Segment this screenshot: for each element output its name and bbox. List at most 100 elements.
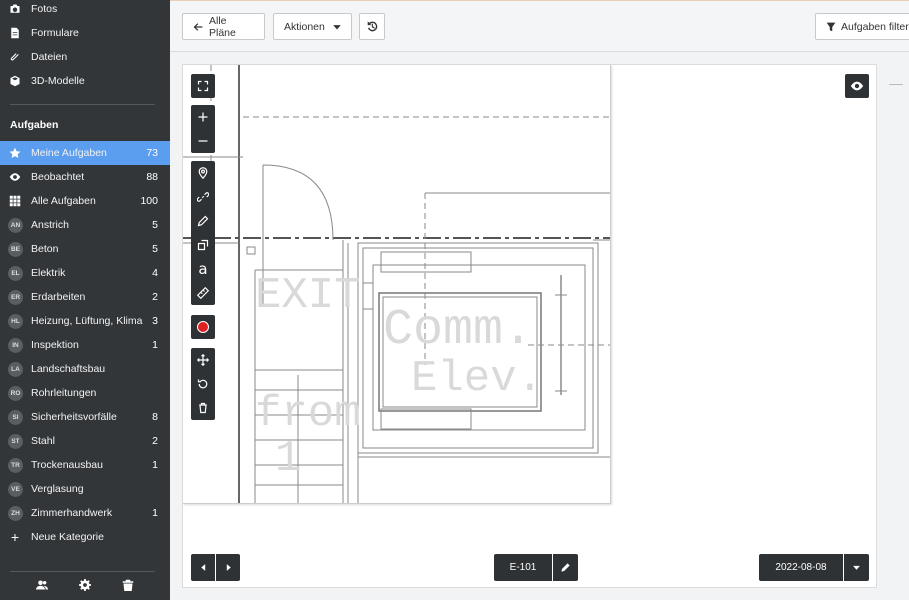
category-count: 5 (152, 219, 158, 231)
zoom-out-icon[interactable] (191, 129, 215, 153)
sidebar-item-label: Meine Aufgaben (31, 147, 107, 159)
filter-tasks-label: Aufgaben filter (841, 20, 909, 33)
category-label: Elektrik (31, 267, 66, 279)
caret-down-icon (332, 22, 342, 32)
topbar: Alle Pläne Aktionen Aufgaben filter (170, 0, 909, 52)
category-count: 5 (152, 243, 158, 255)
next-plan-button[interactable] (216, 554, 240, 581)
category-item[interactable]: AN Anstrich 5 (0, 213, 170, 237)
category-label: Trockenausbau (31, 459, 103, 471)
category-item[interactable]: ZH Zimmerhandwerk 1 (0, 501, 170, 525)
category-item[interactable]: VE Verglasung (0, 477, 170, 501)
sidebar-item-label: Alle Aufgaben (31, 195, 96, 207)
sidebar-item-beobachtet[interactable]: Beobachtet 88 (0, 165, 170, 189)
sidebar-item-alle-aufgaben[interactable]: Alle Aufgaben 100 (0, 189, 170, 213)
edit-sheet-button[interactable] (553, 554, 578, 581)
link-icon[interactable] (191, 185, 215, 209)
category-item[interactable]: SI Sicherheitsvorfälle 8 (0, 405, 170, 429)
color-tool[interactable] (191, 315, 215, 339)
sidebar: Fotos Formulare Dateien 3D-Modelle Aufga… (0, 0, 170, 600)
category-label: Stahl (31, 435, 55, 447)
category-label: Zimmerhandwerk (31, 507, 113, 519)
panel-edge (889, 84, 903, 85)
category-item[interactable]: ER Erdarbeiten 2 (0, 285, 170, 309)
sidebar-divider (10, 104, 155, 105)
history-button[interactable] (359, 13, 385, 40)
sidebar-item-3d-modelle[interactable]: 3D-Modelle (0, 69, 170, 93)
category-item[interactable]: HL Heizung, Lüftung, Klima 3 (0, 309, 170, 333)
sheet-name: E-101 (494, 554, 552, 581)
shapes-icon[interactable] (191, 233, 215, 257)
grid-icon (8, 194, 22, 208)
previous-plan-button[interactable] (191, 554, 215, 581)
plan-text: 1 (275, 434, 301, 484)
arrow-left-icon (193, 22, 203, 32)
category-item[interactable]: RO Rohrleitungen (0, 381, 170, 405)
category-badge: AN (8, 217, 23, 233)
category-item[interactable]: ST Stahl 2 (0, 429, 170, 453)
category-label: Sicherheitsvorfälle (31, 411, 117, 423)
category-label: Inspektion (31, 339, 79, 351)
all-plans-button[interactable]: Alle Pläne (182, 13, 265, 40)
category-badge: ZH (8, 505, 23, 521)
category-label: Heizung, Lüftung, Klima (31, 315, 143, 327)
ruler-icon[interactable] (191, 281, 215, 305)
category-badge: IN (8, 337, 23, 353)
category-item[interactable]: EL Elektrik 4 (0, 261, 170, 285)
visibility-toggle[interactable] (845, 74, 869, 98)
move-icon[interactable] (191, 348, 215, 372)
users-icon[interactable] (35, 579, 48, 594)
eye-icon (850, 79, 864, 93)
category-item[interactable]: TR Trockenausbau 1 (0, 453, 170, 477)
date-dropdown-button[interactable] (844, 554, 869, 581)
actions-dropdown[interactable]: Aktionen (273, 13, 352, 40)
category-badge: SI (8, 409, 23, 425)
sidebar-item-count: 100 (140, 195, 158, 207)
sidebar-item-count: 73 (146, 147, 158, 159)
fullscreen-tool[interactable] (191, 74, 215, 98)
category-badge: ER (8, 289, 23, 305)
plan-date[interactable]: 2022-08-08 (759, 554, 843, 581)
category-item[interactable]: LA Landschaftsbau (0, 357, 170, 381)
color-swatch[interactable] (191, 315, 215, 339)
category-label: Verglasung (31, 483, 84, 495)
text-icon[interactable]: a (191, 257, 215, 281)
category-item[interactable]: IN Inspektion 1 (0, 333, 170, 357)
gear-icon[interactable] (78, 578, 91, 594)
plan-text: Elev. (411, 354, 543, 404)
sidebar-item-meine-aufgaben[interactable]: Meine Aufgaben 73 (0, 141, 170, 165)
trash-icon[interactable] (122, 579, 134, 594)
caret-down-icon (852, 563, 861, 572)
category-count: 1 (152, 459, 158, 471)
sidebar-item-label: 3D-Modelle (31, 75, 85, 87)
pin-icon[interactable] (191, 161, 215, 185)
sidebar-item-dateien[interactable]: Dateien (0, 45, 170, 69)
new-category-button[interactable]: + Neue Kategorie (0, 525, 170, 549)
category-count: 2 (152, 435, 158, 447)
sidebar-footer (0, 572, 170, 600)
category-count: 1 (152, 339, 158, 351)
plan-text: Comm. (383, 302, 533, 359)
markup-tools: a (191, 161, 215, 305)
category-badge: EL (8, 265, 23, 281)
eye-icon (8, 170, 22, 184)
category-count: 3 (152, 315, 158, 327)
caret-right-icon (224, 563, 233, 572)
sidebar-item-fotos[interactable]: Fotos (0, 0, 170, 21)
pencil-icon[interactable] (191, 209, 215, 233)
fullscreen-icon[interactable] (191, 74, 215, 98)
category-item[interactable]: BE Beton 5 (0, 237, 170, 261)
category-badge: LA (8, 361, 23, 377)
category-badge: HL (8, 313, 23, 329)
zoom-in-icon[interactable] (191, 105, 215, 129)
paperclip-icon (8, 50, 22, 64)
plus-icon: + (10, 529, 20, 545)
rotate-icon[interactable] (191, 372, 215, 396)
plan-sheet[interactable]: EXIT Comm. Elev. from 1 (183, 65, 611, 504)
filter-tasks-button[interactable]: Aufgaben filter (815, 13, 909, 40)
sidebar-item-label: Beobachtet (31, 171, 85, 183)
plan-viewer[interactable]: EXIT Comm. Elev. from 1 a E-101 2022-08-… (182, 64, 903, 588)
edit-tools (191, 348, 215, 420)
sidebar-item-formulare[interactable]: Formulare (0, 21, 170, 45)
delete-icon[interactable] (191, 396, 215, 420)
